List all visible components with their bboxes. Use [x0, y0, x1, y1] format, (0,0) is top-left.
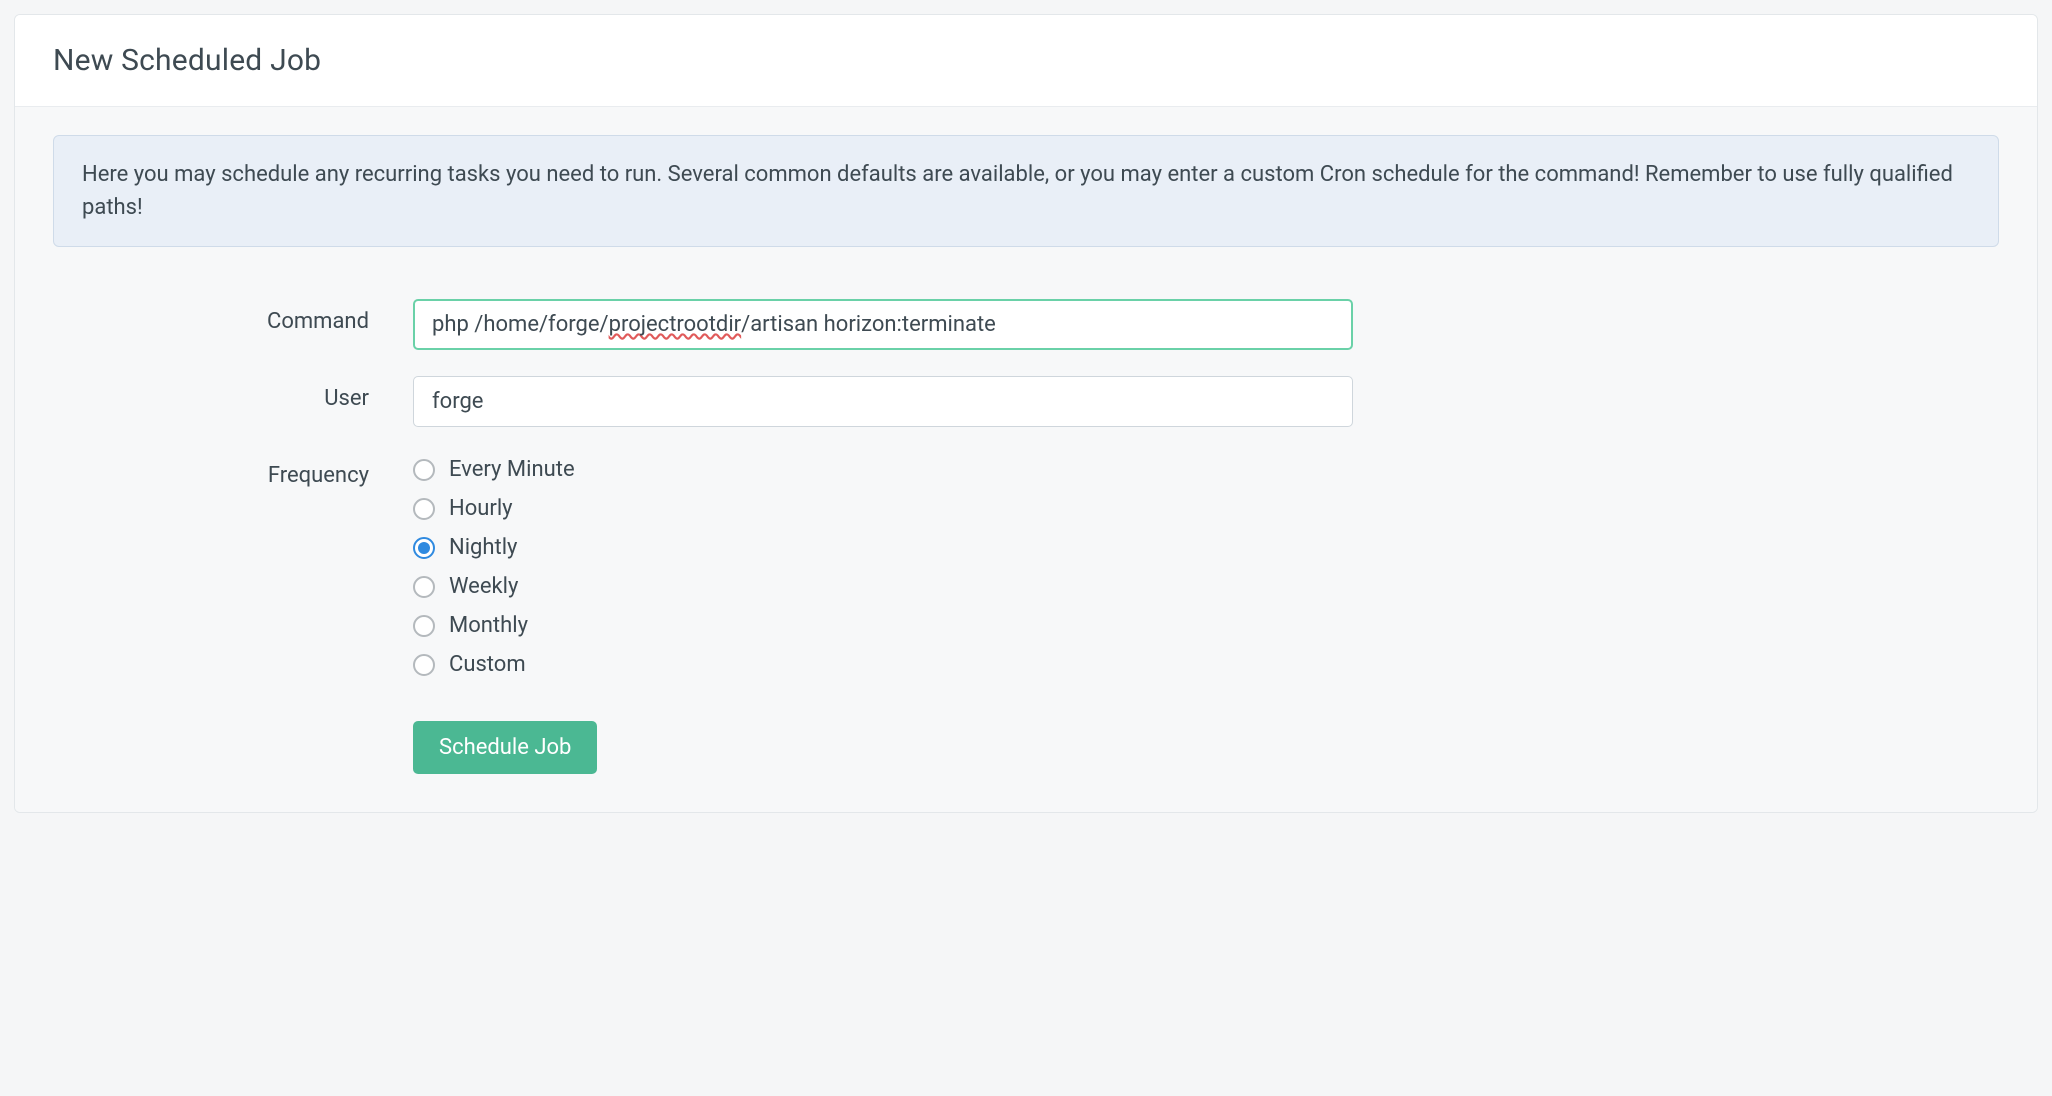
- frequency-option-weekly[interactable]: Weekly: [413, 574, 1353, 599]
- radio-icon: [413, 615, 435, 637]
- frequency-row: Frequency Every Minute Hourly Nightly: [53, 453, 1999, 677]
- radio-icon: [413, 576, 435, 598]
- schedule-job-button[interactable]: Schedule Job: [413, 721, 597, 774]
- frequency-radio-list: Every Minute Hourly Nightly Weekly: [413, 453, 1353, 677]
- panel-header: New Scheduled Job: [15, 15, 2037, 107]
- command-input-wrap: php /home/forge/projectrootdir/artisan h…: [413, 299, 1353, 350]
- radio-label: Hourly: [449, 496, 513, 521]
- command-row: Command php /home/forge/projectrootdir/a…: [53, 299, 1999, 350]
- radio-icon: [413, 537, 435, 559]
- frequency-options-wrap: Every Minute Hourly Nightly Weekly: [413, 453, 1353, 677]
- user-input-wrap: [413, 376, 1353, 427]
- radio-icon: [413, 498, 435, 520]
- frequency-option-monthly[interactable]: Monthly: [413, 613, 1353, 638]
- radio-icon: [413, 654, 435, 676]
- user-row: User: [53, 376, 1999, 427]
- frequency-label: Frequency: [53, 453, 413, 488]
- submit-row: Schedule Job: [53, 721, 1999, 774]
- command-label: Command: [53, 299, 413, 334]
- user-input[interactable]: [413, 376, 1353, 427]
- command-input[interactable]: php /home/forge/projectrootdir/artisan h…: [413, 299, 1353, 350]
- frequency-option-every-minute[interactable]: Every Minute: [413, 457, 1353, 482]
- radio-label: Weekly: [449, 574, 518, 599]
- radio-label: Monthly: [449, 613, 528, 638]
- radio-label: Every Minute: [449, 457, 575, 482]
- frequency-option-nightly[interactable]: Nightly: [413, 535, 1353, 560]
- radio-label: Nightly: [449, 535, 517, 560]
- new-scheduled-job-panel: New Scheduled Job Here you may schedule …: [14, 14, 2038, 813]
- frequency-option-custom[interactable]: Custom: [413, 652, 1353, 677]
- panel-body: Here you may schedule any recurring task…: [15, 107, 2037, 812]
- info-box: Here you may schedule any recurring task…: [53, 135, 1999, 247]
- user-label: User: [53, 376, 413, 411]
- radio-label: Custom: [449, 652, 526, 677]
- radio-icon: [413, 459, 435, 481]
- panel-title: New Scheduled Job: [53, 43, 1999, 78]
- frequency-option-hourly[interactable]: Hourly: [413, 496, 1353, 521]
